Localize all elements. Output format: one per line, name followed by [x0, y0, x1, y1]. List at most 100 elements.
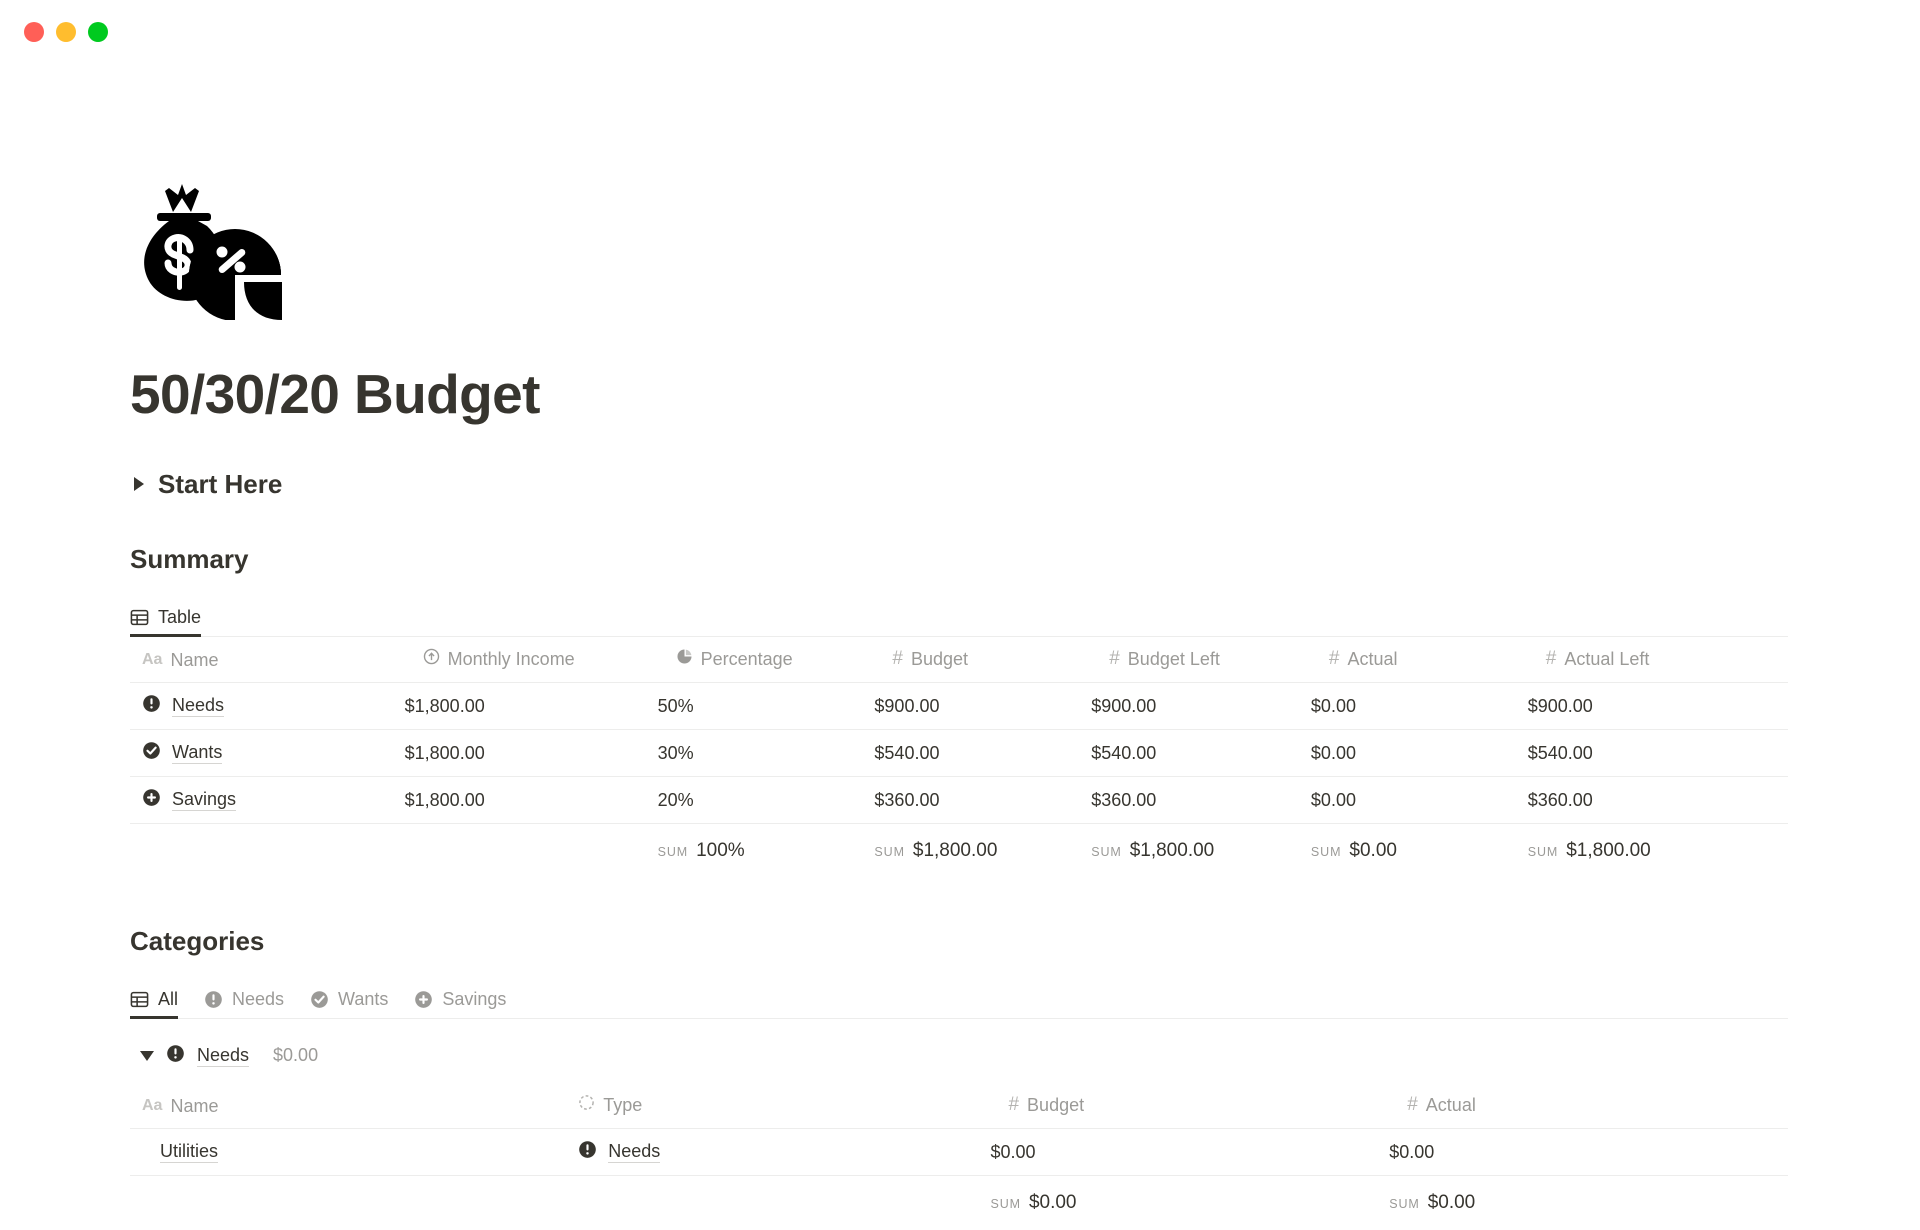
- number-icon: #: [1328, 648, 1340, 670]
- cell-actual[interactable]: $0.00: [1310, 729, 1528, 777]
- column-header-budget[interactable]: # Budget: [990, 1082, 1390, 1129]
- cell-budget-left[interactable]: $540.00: [1091, 729, 1311, 777]
- page-title: 50/30/20 Budget: [130, 363, 540, 425]
- number-icon: #: [1545, 648, 1557, 670]
- group-name-label[interactable]: Needs: [197, 1045, 250, 1067]
- sum-value: $0.00: [1349, 839, 1397, 861]
- cell-budget[interactable]: $540.00: [874, 729, 1092, 777]
- select-icon: [578, 1094, 595, 1116]
- row-name-link[interactable]: Savings: [172, 789, 237, 811]
- check-circle-icon: [142, 741, 161, 765]
- cell-name[interactable]: Utilities: [130, 1128, 561, 1176]
- summary-view-tabs: Table: [130, 593, 1788, 637]
- row-name-link[interactable]: Utilities: [160, 1141, 219, 1163]
- table-row[interactable]: Utilities Needs $0.00 $0.00: [130, 1128, 1788, 1176]
- cell-monthly-income[interactable]: $1,800.00: [404, 729, 658, 777]
- cell-name[interactable]: Savings: [130, 776, 405, 824]
- chevron-down-icon[interactable]: [140, 1050, 154, 1061]
- tab-categories-wants[interactable]: Wants: [310, 989, 388, 1019]
- footer-percentage[interactable]: SUM 100%: [658, 824, 875, 878]
- title-icon: Aa: [142, 1097, 163, 1114]
- footer-budget-left[interactable]: SUM $1,800.00: [1091, 824, 1311, 878]
- column-header-budget[interactable]: # Budget: [874, 636, 1092, 683]
- money-bag-pie-chart-icon[interactable]: [136, 168, 304, 320]
- row-type-link[interactable]: Needs: [608, 1141, 661, 1163]
- column-header-actual[interactable]: # Actual: [1310, 636, 1528, 683]
- cell-percentage[interactable]: 20%: [657, 776, 875, 824]
- table-row[interactable]: Needs $1,800.00 50% $900.00 $900.00 $0.0…: [130, 682, 1788, 730]
- chevron-right-icon[interactable]: [134, 477, 144, 491]
- cell-actual[interactable]: $0.00: [1310, 682, 1528, 730]
- sum-value: $1,800.00: [912, 839, 998, 861]
- cell-name[interactable]: Needs: [130, 682, 405, 730]
- number-icon: #: [1109, 648, 1120, 670]
- tab-categories-needs[interactable]: Needs: [204, 989, 284, 1019]
- sum-value: 100%: [696, 839, 745, 861]
- tab-summary-table[interactable]: Table: [130, 606, 202, 637]
- cell-actual-left[interactable]: $360.00: [1527, 776, 1788, 824]
- plus-circle-icon: [142, 788, 161, 812]
- start-here-toggle[interactable]: Start Here: [130, 469, 1920, 500]
- column-header-type[interactable]: Type: [560, 1082, 991, 1129]
- column-header-budget-left[interactable]: # Budget Left: [1091, 636, 1311, 683]
- cell-budget-left[interactable]: $360.00: [1091, 776, 1311, 824]
- categories-table: Aa Name Type # Budget # Actual Utilities…: [130, 1082, 1788, 1230]
- tab-categories-savings[interactable]: Savings: [414, 989, 506, 1019]
- sum-label: SUM: [657, 844, 689, 859]
- cell-budget[interactable]: $900.00: [874, 682, 1092, 730]
- cell-percentage[interactable]: 50%: [657, 682, 875, 730]
- row-name-link[interactable]: Wants: [172, 742, 223, 764]
- cell-monthly-income[interactable]: $1,800.00: [404, 682, 658, 730]
- formula-pie-icon: [676, 648, 693, 670]
- summary-footer-row: SUM 100% SUM $1,800.00 SUM $1,800.00 SUM $0.…: [130, 824, 1788, 878]
- cell-budget-left[interactable]: $900.00: [1091, 682, 1311, 730]
- cell-percentage[interactable]: 30%: [657, 729, 875, 777]
- sum-label: SUM: [1389, 1196, 1420, 1211]
- categories-heading: Categories: [130, 925, 265, 956]
- cell-actual-left[interactable]: $900.00: [1527, 682, 1788, 730]
- footer-actual[interactable]: SUM $0.00: [1311, 824, 1528, 878]
- row-name-link[interactable]: Needs: [172, 695, 225, 717]
- footer-name-cell: [130, 1176, 560, 1230]
- footer-monthly-income-cell: [405, 824, 658, 878]
- column-header-actual[interactable]: # Actual: [1389, 1082, 1788, 1129]
- check-circle-icon: [310, 990, 329, 1009]
- number-icon: #: [1407, 1094, 1418, 1116]
- sum-value: $0.00: [1427, 1191, 1476, 1213]
- footer-actual[interactable]: SUM $0.00: [1389, 1176, 1788, 1230]
- exclamation-circle-icon: [204, 990, 223, 1009]
- column-header-name[interactable]: Aa Name: [130, 636, 405, 683]
- exclamation-circle-icon: [166, 1044, 185, 1068]
- cell-actual[interactable]: $0.00: [1310, 776, 1528, 824]
- summary-table: Aa Name Monthly Income Percentage # Budg…: [130, 636, 1788, 878]
- table-row[interactable]: Wants $1,800.00 30% $540.00 $540.00 $0.0…: [130, 729, 1788, 777]
- footer-actual-left[interactable]: SUM $1,800.00: [1528, 824, 1788, 878]
- categories-footer-row: SUM $0.00 SUM $0.00: [130, 1176, 1788, 1230]
- sum-label: SUM: [1310, 844, 1342, 859]
- cell-type[interactable]: Needs: [560, 1128, 991, 1176]
- sum-value: $1,800.00: [1129, 839, 1215, 861]
- sum-label: SUM: [874, 844, 905, 859]
- cell-monthly-income[interactable]: $1,800.00: [404, 776, 658, 824]
- column-header-monthly-income[interactable]: Monthly Income: [404, 636, 658, 683]
- sum-value: $0.00: [1028, 1191, 1077, 1213]
- sum-value: $1,800.00: [1566, 839, 1651, 861]
- tab-categories-all[interactable]: All: [130, 989, 179, 1019]
- group-header-needs[interactable]: Needs $0.00: [130, 1029, 1920, 1083]
- cell-budget[interactable]: $0.00: [990, 1128, 1390, 1176]
- table-row[interactable]: Savings $1,800.00 20% $360.00 $360.00 $0…: [130, 776, 1788, 824]
- tab-summary-table-label: Table: [158, 606, 202, 627]
- column-header-name[interactable]: Aa Name: [130, 1082, 561, 1129]
- cell-budget[interactable]: $360.00: [874, 776, 1092, 824]
- column-header-actual-left[interactable]: # Actual Left: [1527, 636, 1788, 683]
- footer-budget[interactable]: SUM $1,800.00: [874, 824, 1091, 878]
- column-header-percentage[interactable]: Percentage: [657, 636, 875, 683]
- cell-name[interactable]: Wants: [130, 729, 405, 777]
- categories-table-header-row: Aa Name Type # Budget # Actual: [130, 1082, 1788, 1129]
- footer-budget[interactable]: SUM $0.00: [990, 1176, 1389, 1230]
- title-icon: Aa: [142, 651, 163, 668]
- cell-actual[interactable]: $0.00: [1389, 1128, 1788, 1176]
- number-icon: #: [892, 648, 903, 670]
- group-aggregate[interactable]: $0.00: [273, 1045, 318, 1066]
- cell-actual-left[interactable]: $540.00: [1527, 729, 1788, 777]
